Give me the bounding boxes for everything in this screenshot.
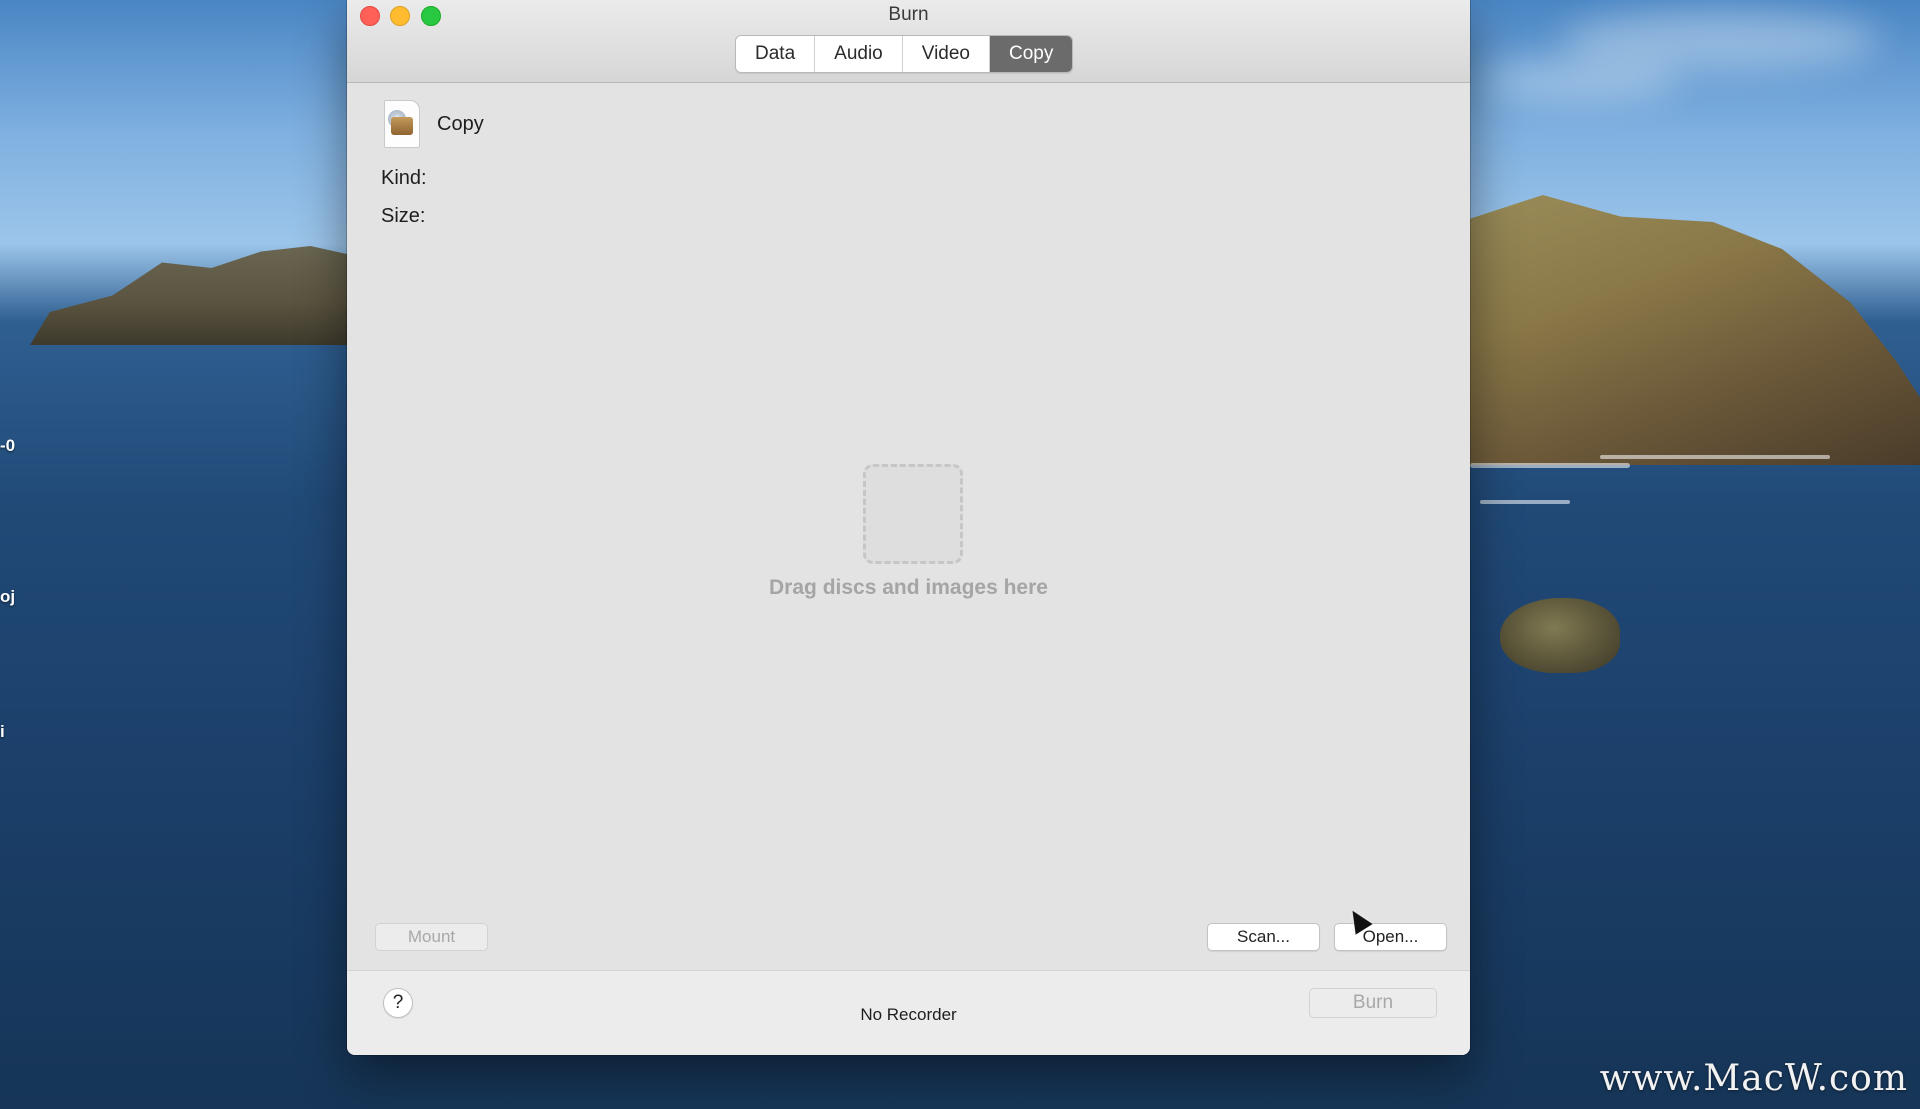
island-right [1460,195,1920,465]
package-icon [391,117,413,135]
burn-button[interactable]: Burn [1309,988,1437,1018]
tab-video[interactable]: Video [903,36,991,72]
surf-foam [1470,463,1630,468]
title-bar[interactable]: Burn Data Audio Video Copy [347,0,1470,83]
disc-image-file-icon [384,100,420,148]
cloud [1480,60,1680,100]
tab-audio[interactable]: Audio [815,36,903,72]
scan-button[interactable]: Scan... [1207,923,1320,951]
burn-window: Burn Data Audio Video Copy Copy Kind: Si… [347,0,1470,1055]
size-label: Size: [381,205,426,227]
bottom-bar: ? No Recorder Burn [347,970,1470,1055]
kind-label: Kind: [381,167,427,189]
surf-foam [1480,500,1570,504]
drop-zone-hint: Drag discs and images here [769,576,1048,599]
mode-tabs: Data Audio Video Copy [735,35,1074,73]
mount-button[interactable]: Mount [375,923,488,951]
desktop-icon-label[interactable]: oj [0,587,15,607]
recorder-status: No Recorder [860,1005,957,1024]
item-name[interactable]: Copy [437,113,484,136]
tab-copy[interactable]: Copy [990,36,1073,72]
surf-foam [1600,455,1830,459]
watermark: www.MacW.com [1599,1058,1908,1099]
tab-data[interactable]: Data [736,36,816,72]
desktop-icon-label[interactable]: -0 [0,436,15,456]
desktop-icon-label[interactable]: i [0,722,5,742]
drop-zone[interactable] [863,464,963,564]
window-title: Burn [888,4,929,25]
island-left [30,246,360,345]
rock [1500,598,1620,673]
